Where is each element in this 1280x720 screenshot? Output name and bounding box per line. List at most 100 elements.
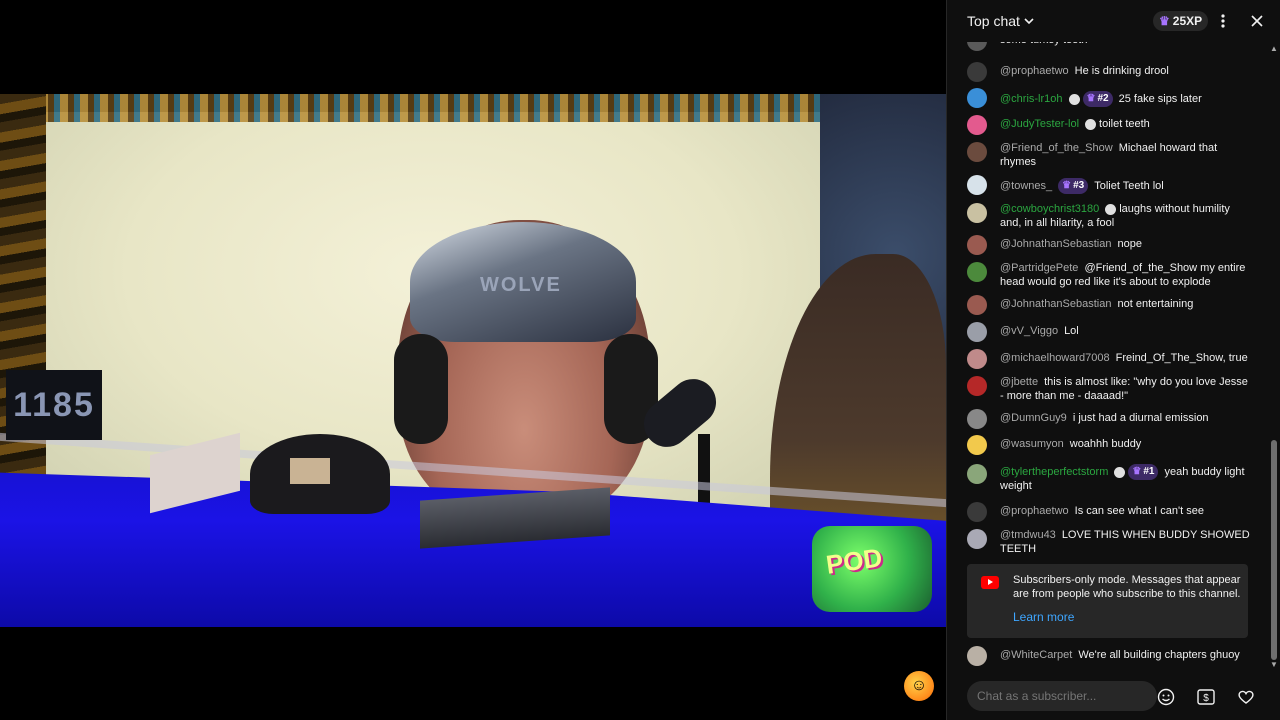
- more-options-icon[interactable]: [1213, 11, 1233, 31]
- message-author[interactable]: @chris-lr1oh: [1000, 93, 1063, 105]
- message-author[interactable]: @prophaetwo: [1000, 65, 1069, 77]
- message-text: Toliet Teeth lol: [1094, 179, 1164, 192]
- emoji-icon[interactable]: [1156, 687, 1176, 707]
- avatar[interactable]: [967, 175, 987, 195]
- learn-more-link[interactable]: Learn more: [1013, 610, 1074, 624]
- avatar[interactable]: [967, 142, 987, 162]
- super-chat-icon[interactable]: $: [1196, 687, 1216, 707]
- chat-message-list[interactable]: some turkey teeth @prophaetwo He is drinki…: [947, 42, 1269, 672]
- scoreboard-sign: 1185: [6, 370, 102, 440]
- message-body: @cowboychrist3180 laughs without humility…: [1000, 203, 1252, 230]
- close-icon[interactable]: [1247, 11, 1267, 31]
- message-body: @prophaetwo Is can see what I can't see: [1000, 505, 1252, 519]
- message-text: Lol: [1064, 325, 1079, 337]
- headphone-left: [394, 334, 448, 444]
- video-player[interactable]: WOLVE 1185 POD ☺: [0, 0, 946, 720]
- message-author[interactable]: @DumnGuy9: [1000, 412, 1067, 424]
- reaction-emoji-icon[interactable]: ☺: [904, 671, 934, 701]
- avatar[interactable]: [967, 409, 987, 429]
- message-author[interactable]: @michaelhoward7008: [1000, 352, 1110, 364]
- avatar[interactable]: [967, 235, 987, 255]
- message-body: @jbette this is almost like: "why do you …: [1000, 376, 1252, 403]
- rank-badge: ♛ #3: [1058, 178, 1089, 194]
- crown-icon: ♛: [1086, 93, 1096, 104]
- crown-icon: ♛: [1132, 466, 1142, 477]
- avatar[interactable]: [967, 464, 987, 484]
- crown-icon: ♛: [1062, 180, 1072, 191]
- avatar[interactable]: [967, 322, 987, 342]
- chat-input-area: $: [947, 672, 1280, 720]
- message-author[interactable]: @WhiteCarpet: [1000, 649, 1072, 661]
- avatar[interactable]: [967, 203, 987, 223]
- message-author[interactable]: @JohnathanSebastian: [1000, 298, 1111, 310]
- message-text: 25 fake sips later: [1118, 92, 1202, 105]
- skull-emoji-icon: [1105, 203, 1117, 215]
- stage-fringe: [40, 94, 840, 122]
- message-author[interactable]: @cowboychrist3180: [1000, 203, 1099, 215]
- avatar[interactable]: [967, 435, 987, 455]
- avatar[interactable]: [967, 295, 987, 315]
- xp-badge[interactable]: ♛ 25XP: [1153, 11, 1209, 31]
- message-text: He is drinking drool: [1074, 65, 1169, 77]
- message-text: some turkey teeth: [1000, 42, 1087, 46]
- notice-text: Subscribers-only mode. Messages that app…: [1013, 574, 1241, 600]
- rank-label: #2: [1097, 93, 1109, 104]
- message-author[interactable]: @JudyTester-lol: [1000, 118, 1079, 130]
- hat-patch: [290, 458, 330, 484]
- chat-mode-dropdown[interactable]: Top chat: [967, 13, 1034, 29]
- message-body: @WhiteCarpet We're all building chapters …: [1000, 649, 1252, 663]
- message-body: @tmdwu43 LOVE THIS WHEN BUDDY SHOWED TEET…: [1000, 529, 1252, 556]
- svg-text:$: $: [1203, 693, 1209, 704]
- message-text: nope: [1117, 238, 1142, 250]
- message-author[interactable]: @tylertheperfectstorm: [1000, 466, 1108, 478]
- scroll-up-icon[interactable]: ▲: [1270, 44, 1278, 53]
- avatar[interactable]: [967, 62, 987, 82]
- live-chat-panel: Top chat ♛ 25XP some turkey teeth @propha…: [946, 0, 1280, 720]
- chat-scrollbar[interactable]: ▲ ▼: [1270, 42, 1278, 672]
- message-text: We're all building chapters ghuoy: [1078, 649, 1240, 661]
- message-body: @JudyTester-lol toilet teeth: [1000, 118, 1252, 132]
- cap-text: WOLVE: [480, 274, 562, 296]
- message-body: @wasumyon woahhh buddy: [1000, 438, 1252, 452]
- rank-label: #3: [1073, 180, 1085, 191]
- avatar[interactable]: [967, 529, 987, 549]
- message-author[interactable]: @Friend_of_the_Show: [1000, 142, 1113, 154]
- message-body: @tylertheperfectstorm ♛ #1 yeah buddy light…: [1000, 464, 1252, 494]
- subscribers-only-notice: Subscribers-only mode. Messages that app…: [967, 564, 1248, 638]
- scroll-thumb[interactable]: [1271, 440, 1277, 660]
- message-author[interactable]: @wasumyon: [1000, 438, 1064, 450]
- chat-header: Top chat ♛ 25XP: [947, 0, 1280, 42]
- message-body: @townes_ ♛ #3 Toliet Teeth lol: [1000, 178, 1252, 194]
- avatar[interactable]: [967, 42, 987, 51]
- message-author[interactable]: @tmdwu43: [1000, 529, 1056, 541]
- message-text: Is can see what I can't see: [1074, 505, 1204, 517]
- avatar[interactable]: [967, 376, 987, 396]
- avatar[interactable]: [967, 115, 987, 135]
- message-author[interactable]: @JohnathanSebastian: [1000, 238, 1111, 250]
- avatar[interactable]: [967, 502, 987, 522]
- avatar[interactable]: [967, 646, 987, 666]
- chat-input[interactable]: [967, 685, 1177, 707]
- message-body: @PartridgePete @Friend_of_the_Show my ent…: [1000, 262, 1252, 289]
- message-body: @Friend_of_the_Show Michael howard that r…: [1000, 142, 1252, 169]
- video-frame[interactable]: WOLVE 1185 POD: [0, 94, 946, 627]
- chevron-down-icon: [1024, 18, 1034, 25]
- avatar[interactable]: [967, 262, 987, 282]
- rank-badge: ♛ #1: [1128, 464, 1159, 480]
- message-body: @prophaetwo He is drinking drool: [1000, 65, 1252, 79]
- heart-icon[interactable]: [1236, 687, 1256, 707]
- skull-emoji-icon: [1068, 93, 1080, 105]
- message-body: @JohnathanSebastian nope: [1000, 238, 1252, 252]
- avatar[interactable]: [967, 349, 987, 369]
- scroll-down-icon[interactable]: ▼: [1270, 660, 1278, 669]
- youtube-icon: [981, 576, 999, 589]
- avatar[interactable]: [967, 88, 987, 108]
- skull-emoji-icon: [1114, 466, 1126, 478]
- message-author[interactable]: @PartridgePete: [1000, 262, 1078, 274]
- message-author[interactable]: @jbette: [1000, 376, 1038, 388]
- message-text: not entertaining: [1117, 298, 1194, 310]
- message-author[interactable]: @vV_Viggo: [1000, 325, 1058, 337]
- message-author[interactable]: @townes_: [1000, 180, 1052, 192]
- message-body: @DumnGuy9 i just had a diurnal emission: [1000, 412, 1252, 426]
- message-author[interactable]: @prophaetwo: [1000, 505, 1069, 517]
